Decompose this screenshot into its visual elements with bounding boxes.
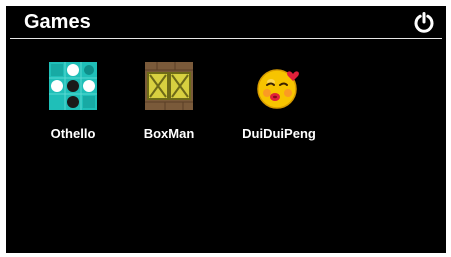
app-othello[interactable]: Othello [33,56,113,156]
header-divider [10,38,442,39]
app-label-boxman: BoxMan [143,126,195,141]
app-label-duiduipeng: DuiDuiPeng [242,126,316,141]
app-label-othello: Othello [50,126,96,141]
app-duiduipeng[interactable]: DuiDuiPeng [239,56,319,156]
othello-board-icon [49,62,97,110]
boxman-crates-icon [145,62,193,110]
power-icon[interactable] [413,11,435,33]
games-screen: Games Othello BoxMan DuiDuiPeng [6,6,446,253]
app-boxman[interactable]: BoxMan [129,56,209,156]
page-title: Games [24,11,91,33]
kissing-smiley-icon [257,69,299,109]
header-bar: Games [6,6,446,38]
